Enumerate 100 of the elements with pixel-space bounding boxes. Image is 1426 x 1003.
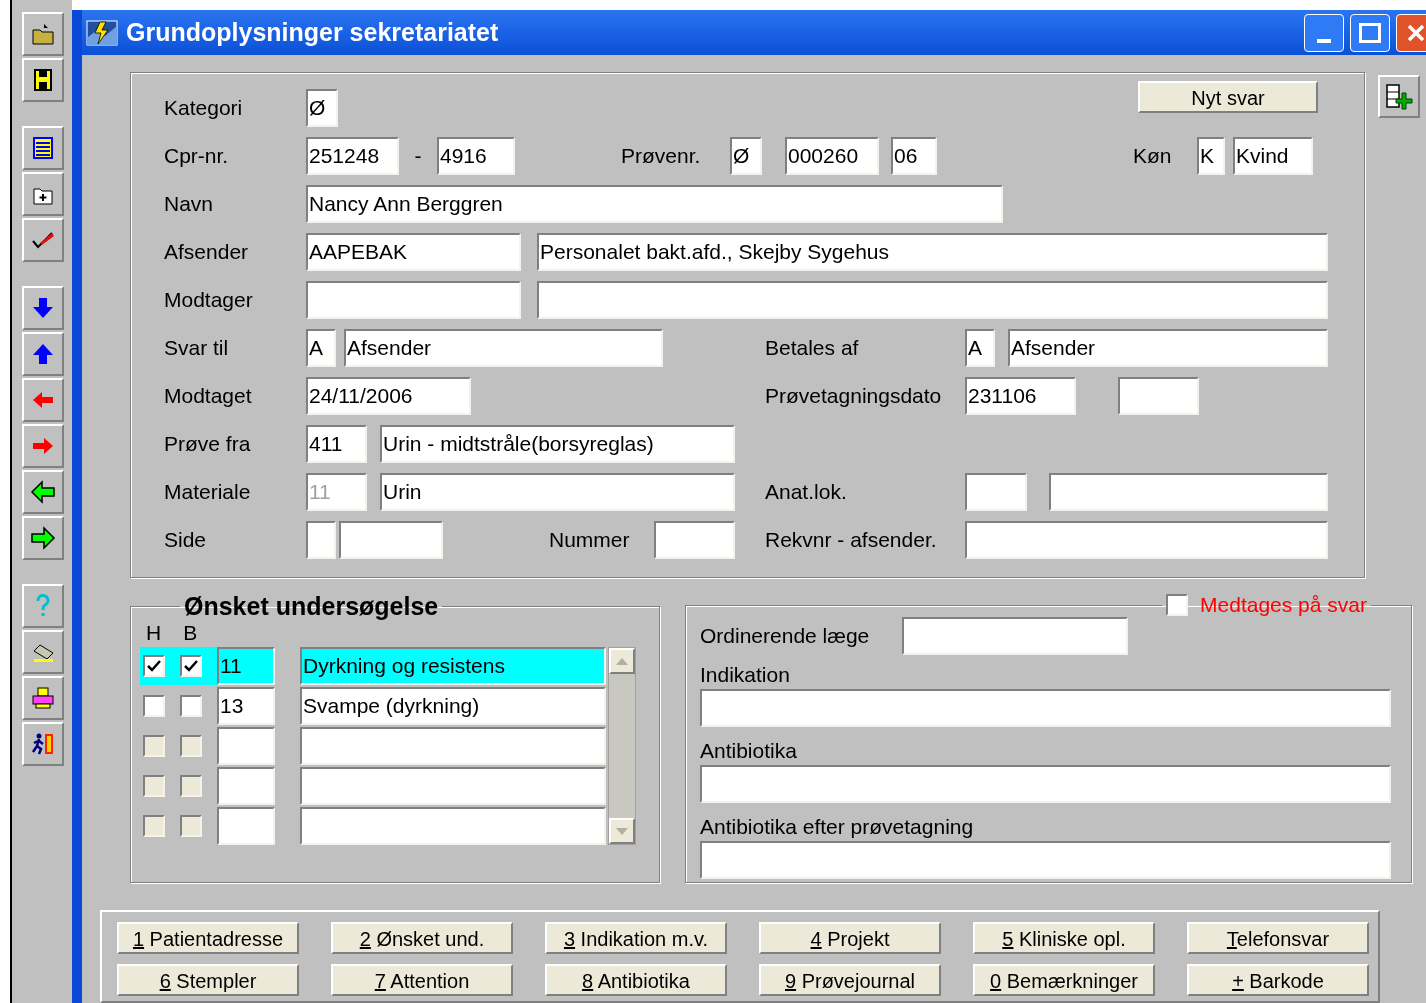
toolbar-button[interactable] [22,470,64,514]
text-field[interactable]: 13 [217,687,275,725]
field-label: Modtager [164,287,254,314]
text-field[interactable] [217,767,275,805]
folder-icon [30,21,56,47]
checkbox[interactable] [143,655,165,677]
column-header: H [146,621,162,645]
caret-up-icon [616,657,628,665]
nav-button[interactable]: 9 Prøvejournal [759,964,941,996]
text-field[interactable]: 4916 [437,137,515,175]
checkmark-icon [184,660,198,672]
toolbar-button[interactable] [22,722,64,766]
nav-button[interactable]: 6 Stempler [117,964,299,996]
text-field[interactable]: 000260 [785,137,879,175]
toolbar-button[interactable] [22,172,64,216]
exit-icon [30,731,56,757]
text-field[interactable]: AAPEBAK [306,233,521,271]
text-field[interactable] [306,521,336,559]
arrow-left-icon [30,479,56,505]
toolbar-button[interactable] [22,58,64,102]
nav-button[interactable]: 0 Bemærkninger [973,964,1155,996]
field-label: Svar til [164,335,230,362]
text-field[interactable]: 251248 [306,137,399,175]
printer-icon [30,685,56,711]
text-field[interactable]: Urin [380,473,735,511]
close-icon [1406,22,1426,43]
field-label: Betales af [765,335,860,362]
toolbar-button[interactable] [22,516,64,560]
field-label: Side [164,527,208,554]
field-label: Ordinerende læge [700,623,871,650]
field-label: Afsender [164,239,250,266]
field-label: Antibiotika [700,739,797,762]
scroll-up-button[interactable] [609,648,635,674]
text-field[interactable] [339,521,443,559]
text-field[interactable] [1118,377,1199,415]
text-field[interactable]: K [1197,137,1225,175]
text-field[interactable]: Ø [306,89,338,127]
text-field[interactable] [654,521,735,559]
text-field[interactable]: Nancy Ann Berggren [306,185,1003,223]
text-field[interactable] [902,617,1128,655]
text-field[interactable]: Personalet bakt.afd., Skejby Sygehus [537,233,1328,271]
nav-button[interactable]: 7 Attention [331,964,513,996]
close-button[interactable] [1396,13,1426,52]
text-field[interactable] [306,281,521,319]
field-label: Navn [164,191,215,218]
field-label: Indikation [700,663,790,686]
toolbar-button[interactable] [22,630,64,674]
nav-button[interactable]: 3 Indikation m.v. [545,922,727,954]
text-field[interactable]: Dyrkning og resistens [300,647,606,685]
text-field[interactable] [217,807,275,845]
text-field[interactable]: Afsender [1008,329,1328,367]
text-field[interactable] [537,281,1328,319]
text-field[interactable]: Kvind [1233,137,1313,175]
text-field[interactable] [700,689,1391,727]
group-title: Ønsket undersøgelse [183,593,440,619]
checkbox[interactable] [180,695,202,717]
scroll-down-button[interactable] [609,818,635,844]
text-field[interactable]: 411 [306,425,367,463]
field-label: Kategori [164,95,244,122]
nav-button[interactable]: 1 Patientadresse [117,922,299,954]
checkbox[interactable] [143,695,165,717]
toolbar-button[interactable] [22,676,64,720]
new-answer-button[interactable]: Nyt svar [1138,81,1318,113]
nav-button[interactable]: 4 Projekt [759,922,941,954]
text-field[interactable]: A [306,329,336,367]
toolbar-button[interactable] [22,126,64,170]
minimize-button[interactable] [1304,13,1344,52]
toolbar-button[interactable] [22,332,64,376]
text-field[interactable]: 06 [891,137,937,175]
field-label: Materiale [164,479,252,506]
text-field[interactable] [700,765,1391,803]
nav-button[interactable]: 5 Kliniske opl. [973,922,1155,954]
text-field[interactable] [965,521,1328,559]
checkbox[interactable] [1166,594,1189,616]
text-field[interactable]: Svampe (dyrkning) [300,687,606,725]
checkbox[interactable] [180,655,202,677]
text-field[interactable]: Urin - midtstråle(borsyreglas) [380,425,735,463]
separator-text: - [413,143,423,170]
nav-button[interactable]: Telefonsvar [1187,922,1369,954]
scrollbar[interactable] [608,647,636,845]
text-field[interactable]: 11 [217,647,275,685]
text-field[interactable] [217,727,275,765]
text-field[interactable]: 231106 [965,377,1076,415]
text-field[interactable] [1049,473,1328,511]
text-field[interactable] [965,473,1027,511]
nav-button[interactable]: + Barkode [1187,964,1369,996]
toolbar-button[interactable] [22,286,64,330]
nav-button[interactable]: 2 Ønsket und. [331,922,513,954]
field-label: Nummer [549,527,631,554]
field-label: Anat.lok. [765,479,848,506]
text-field[interactable]: A [965,329,995,367]
maximize-button[interactable] [1350,13,1390,52]
nav-button[interactable]: 8 Antibiotika [545,964,727,996]
toolbar-button[interactable] [22,12,64,56]
text-field[interactable]: Afsender [344,329,663,367]
text-field[interactable]: Ø [730,137,762,175]
text-field[interactable]: 24/11/2006 [306,377,471,415]
add-record-button[interactable] [1378,75,1420,118]
text-field[interactable] [700,841,1391,879]
field-label: Køn [1133,143,1173,170]
